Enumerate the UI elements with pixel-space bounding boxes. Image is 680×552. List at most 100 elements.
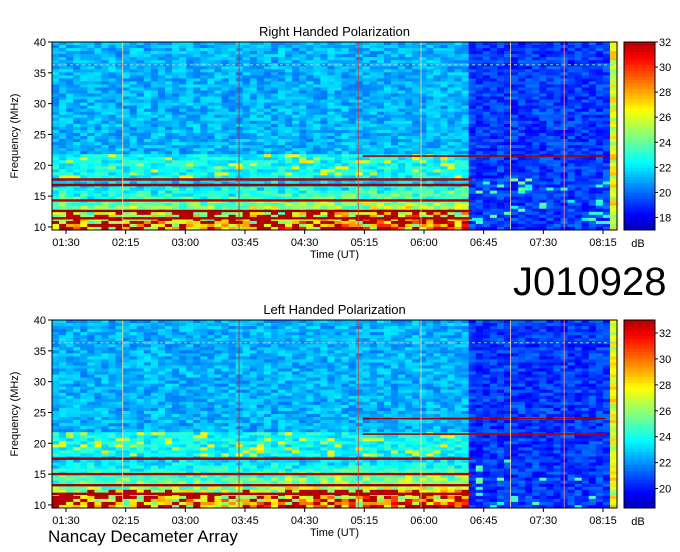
y-tick-label: 10: [34, 222, 46, 234]
heatmap-cell: [433, 48, 441, 52]
heatmap-cell: [108, 90, 116, 94]
heatmap-cell: [581, 99, 590, 104]
heatmap-cell: [306, 166, 314, 170]
heatmap-cell: [574, 184, 583, 188]
heatmap-cell: [165, 172, 173, 176]
heatmap-cell: [525, 99, 533, 104]
y-tick-label: 20: [34, 160, 46, 172]
heatmap-cell: [292, 60, 300, 64]
heatmap-cell: [405, 142, 413, 146]
heatmap-cell: [355, 163, 364, 167]
heatmap-cell: [362, 72, 371, 76]
heatmap-cell: [376, 126, 385, 131]
heatmap-cell: [306, 117, 314, 122]
heatmap-cell: [595, 211, 604, 216]
heatmap-cell: [129, 160, 138, 164]
heatmap-cell: [193, 163, 201, 167]
heatmap-cell: [511, 132, 519, 137]
heatmap-cell: [108, 202, 116, 207]
heatmap-cell: [602, 81, 611, 85]
heatmap-cell: [292, 142, 300, 146]
heatmap-cell: [588, 139, 597, 143]
heatmap-cell: [376, 202, 385, 207]
heatmap-cell: [193, 166, 201, 170]
heatmap-cell: [179, 169, 187, 173]
heatmap-cell: [348, 60, 357, 64]
heatmap-cell: [150, 105, 159, 110]
heatmap-cell: [136, 96, 145, 101]
heatmap-cell: [405, 66, 413, 70]
heatmap-cell: [567, 211, 576, 216]
heatmap-cell: [511, 160, 519, 164]
heatmap-cell: [193, 169, 201, 173]
heatmap-cell: [143, 202, 152, 207]
heatmap-cell: [447, 223, 455, 228]
heatmap-cell: [588, 142, 597, 146]
heatmap-cell: [313, 145, 321, 149]
heatmap-cell: [609, 190, 618, 195]
heatmap-cell: [362, 220, 371, 225]
heatmap-cell: [468, 157, 477, 161]
heatmap-cell: [496, 54, 505, 58]
heatmap-cell: [59, 111, 67, 116]
heatmap-cell: [292, 223, 300, 228]
heatmap-cell: [581, 202, 590, 207]
heatmap-cell: [270, 87, 279, 91]
heatmap-cell: [207, 117, 215, 122]
heatmap-cell: [475, 48, 484, 52]
heatmap-cell: [221, 81, 229, 85]
heatmap-cell: [546, 136, 554, 140]
heatmap-cell: [122, 202, 131, 207]
heatmap-cell: [433, 142, 441, 146]
heatmap-cell: [609, 178, 618, 182]
heatmap-cell: [249, 157, 258, 161]
heatmap-cell: [348, 93, 357, 97]
heatmap-cell: [313, 84, 321, 88]
heatmap-cell: [115, 202, 124, 207]
heatmap-cell: [87, 45, 95, 49]
heatmap-cell: [468, 117, 477, 122]
heatmap-cell: [412, 90, 420, 94]
heatmap-cell: [341, 163, 350, 167]
heatmap-cell: [313, 202, 321, 207]
heatmap-cell: [553, 190, 561, 195]
heatmap-cell: [511, 66, 519, 70]
heatmap-cell: [179, 160, 187, 164]
heatmap-cell: [193, 172, 201, 176]
heatmap-cell: [313, 96, 321, 101]
heatmap-cell: [595, 169, 604, 173]
heatmap-cell: [461, 157, 470, 161]
heatmap-cell: [320, 102, 328, 107]
heatmap-cell: [228, 132, 237, 137]
heatmap-cell: [306, 163, 314, 167]
heatmap-cell: [256, 202, 265, 207]
heatmap-cell: [553, 163, 561, 167]
heatmap-cell: [270, 66, 279, 70]
heatmap-cell: [475, 129, 484, 134]
heatmap-cell: [376, 142, 385, 146]
heatmap-cell: [574, 160, 583, 164]
heatmap-cell: [405, 211, 413, 216]
heatmap-cell: [553, 45, 561, 49]
heatmap-cell: [489, 223, 498, 228]
heatmap-cell: [313, 172, 321, 176]
heatmap-cell: [482, 166, 491, 170]
heatmap-cell: [391, 66, 399, 70]
heatmap-cell: [136, 51, 145, 55]
heatmap-cell: [263, 205, 272, 210]
heatmap-cell: [369, 193, 378, 198]
heatmap-cell: [588, 217, 597, 222]
heatmap-cell: [136, 220, 145, 225]
heatmap-cell: [200, 117, 208, 122]
heatmap-cell: [73, 187, 81, 191]
heatmap-cell: [546, 205, 554, 210]
heatmap-cell: [581, 199, 590, 204]
heatmap-cell: [489, 132, 498, 137]
heatmap-cell: [320, 57, 328, 61]
heatmap-cell: [518, 114, 526, 119]
heatmap-cell: [59, 154, 67, 158]
heatmap-cell: [609, 99, 618, 104]
heatmap-cell: [221, 111, 229, 116]
heatmap-cell: [574, 51, 583, 55]
heatmap-cell: [136, 78, 145, 82]
